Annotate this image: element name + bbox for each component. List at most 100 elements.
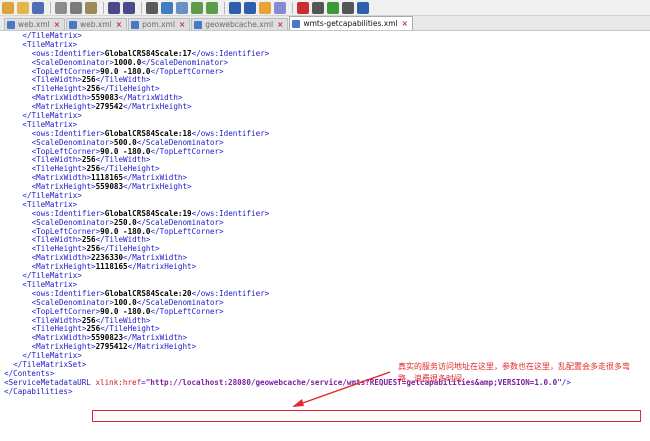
undo-icon[interactable] xyxy=(108,1,120,14)
tab-2[interactable]: pom.xml × xyxy=(128,18,191,30)
paste-icon[interactable] xyxy=(85,1,97,14)
close-tab-icon[interactable]: × xyxy=(116,20,122,29)
play-icon[interactable] xyxy=(327,1,339,14)
code-tag: </TileMatrix> xyxy=(22,351,82,361)
code-text: 256 xyxy=(81,315,96,325)
code-tag: <MatrixHeight> xyxy=(31,182,96,192)
close-tab-icon[interactable]: × xyxy=(54,20,60,29)
code-line[interactable]: </TileMatrix> xyxy=(0,351,650,361)
code-tag: <TileWidth> xyxy=(31,315,82,325)
code-text: 559083 xyxy=(91,93,119,103)
redo-icon[interactable] xyxy=(123,1,135,14)
xml-file-icon xyxy=(194,20,203,29)
stop-icon[interactable] xyxy=(312,1,324,14)
new-icon[interactable] xyxy=(2,1,14,14)
cut-icon[interactable] xyxy=(55,1,67,14)
tab-4[interactable]: wmts-getcapabilities.xml × xyxy=(289,16,413,30)
view-icon[interactable] xyxy=(274,1,286,14)
code-tag: </TopLeftCorner> xyxy=(150,66,224,76)
code-tag: <ScaleDenominator> xyxy=(31,137,114,147)
tab-0[interactable]: web.xml × xyxy=(4,18,66,30)
code-line[interactable]: </TileMatrix> xyxy=(0,191,650,201)
code-text: GlobalCRS84Scale:18 xyxy=(104,128,192,138)
format-icon[interactable] xyxy=(259,1,271,14)
code-tag: <MatrixHeight> xyxy=(31,342,96,352)
code-text: 100.0 xyxy=(113,297,137,307)
code-tag: </TileMatrixSet> xyxy=(13,359,87,369)
xml-file-icon xyxy=(292,19,301,28)
zoom-in-icon[interactable] xyxy=(191,1,203,14)
code-tag: </ows:Identifier> xyxy=(191,48,270,58)
code-tag: <TileMatrix> xyxy=(22,279,78,289)
code-text: 256 xyxy=(86,244,101,254)
code-text: GlobalCRS84Scale:19 xyxy=(104,208,192,218)
run-icon[interactable] xyxy=(342,1,354,14)
code-text: GlobalCRS84Scale:17 xyxy=(104,48,192,58)
code-text: 90.0 -180.0 xyxy=(100,226,151,236)
code-text: 256 xyxy=(86,324,101,334)
code-tag: <MatrixWidth> xyxy=(31,333,92,343)
code-tag: </ows:Identifier> xyxy=(191,208,270,218)
tab-1[interactable]: web.xml × xyxy=(66,18,128,30)
code-tag: </TileHeight> xyxy=(100,324,160,334)
find-icon[interactable] xyxy=(161,1,173,14)
code-tag: </TileWidth> xyxy=(95,155,151,165)
code-text: 1000.0 xyxy=(113,57,142,67)
code-text: 90.0 -180.0 xyxy=(100,66,151,76)
tab-label: wmts-getcapabilities.xml xyxy=(303,19,398,28)
code-text: 90.0 -180.0 xyxy=(100,306,151,316)
macro-icon[interactable] xyxy=(357,1,369,14)
copy-icon[interactable] xyxy=(70,1,82,14)
close-tab-icon[interactable]: × xyxy=(179,20,185,29)
print-icon[interactable] xyxy=(146,1,158,14)
code-tag: </TileMatrix> xyxy=(22,271,82,281)
code-tag: <ows:Identifier> xyxy=(31,288,105,298)
code-tag: </ScaleDenominator> xyxy=(136,297,224,307)
wrap-icon[interactable] xyxy=(229,1,241,14)
save-icon[interactable] xyxy=(32,1,44,14)
code-line[interactable]: <MatrixHeight>1118165</MatrixHeight> xyxy=(0,262,650,272)
code-tag: </TileMatrix> xyxy=(22,191,82,201)
code-tag: </MatrixWidth> xyxy=(123,333,188,343)
close-tab-icon[interactable]: × xyxy=(277,20,283,29)
code-line[interactable]: </Capabilities> xyxy=(0,387,650,397)
tab-3[interactable]: geowebcache.xml × xyxy=(191,18,289,30)
code-line[interactable]: <MatrixHeight>559083</MatrixHeight> xyxy=(0,182,650,192)
code-tag: </TileWidth> xyxy=(95,235,151,245)
record-icon[interactable] xyxy=(297,1,309,14)
code-line[interactable]: </TileMatrix> xyxy=(0,111,650,121)
code-line[interactable]: </TileMatrix> xyxy=(0,31,650,41)
replace-icon[interactable] xyxy=(176,1,188,14)
xml-file-icon xyxy=(7,20,15,29)
highlight-box xyxy=(92,410,641,422)
code-tag: </ScaleDenominator> xyxy=(136,137,224,147)
code-tag: <ows:Identifier> xyxy=(31,128,105,138)
code-text: 256 xyxy=(86,84,101,94)
code-tag: <TileMatrix> xyxy=(22,199,78,209)
tab-label: web.xml xyxy=(80,20,112,29)
open-icon[interactable] xyxy=(17,1,29,14)
code-tag: </TileMatrix> xyxy=(22,111,82,121)
code-tag: </Contents> xyxy=(4,368,55,378)
code-tag: </MatrixHeight> xyxy=(123,182,192,192)
code-tag: </ows:Identifier> xyxy=(191,128,270,138)
code-text: 250.0 xyxy=(113,217,137,227)
code-line[interactable]: <MatrixHeight>279542</MatrixHeight> xyxy=(0,102,650,112)
indent-icon[interactable] xyxy=(244,1,256,14)
code-text: 500.0 xyxy=(113,137,137,147)
code-text: 90.0 -180.0 xyxy=(100,146,151,156)
code-tag: <MatrixHeight> xyxy=(31,262,96,272)
code-tag: </TopLeftCorner> xyxy=(150,306,224,316)
code-tag: <TopLeftCorner> xyxy=(31,146,101,156)
code-tag: <MatrixWidth> xyxy=(31,173,92,183)
code-tag: </TileHeight> xyxy=(100,244,160,254)
code-line[interactable]: </TileMatrix> xyxy=(0,271,650,281)
zoom-out-icon[interactable] xyxy=(206,1,218,14)
code-tag: <TopLeftCorner> xyxy=(31,306,101,316)
code-text: 256 xyxy=(86,164,101,174)
code-tag: </MatrixWidth> xyxy=(123,253,188,263)
code-line[interactable]: <MatrixHeight>2795412</MatrixHeight> xyxy=(0,342,650,352)
code-attribute: xlink:href xyxy=(95,377,142,387)
close-tab-icon[interactable]: × xyxy=(402,19,408,28)
code-text: 256 xyxy=(81,235,96,245)
